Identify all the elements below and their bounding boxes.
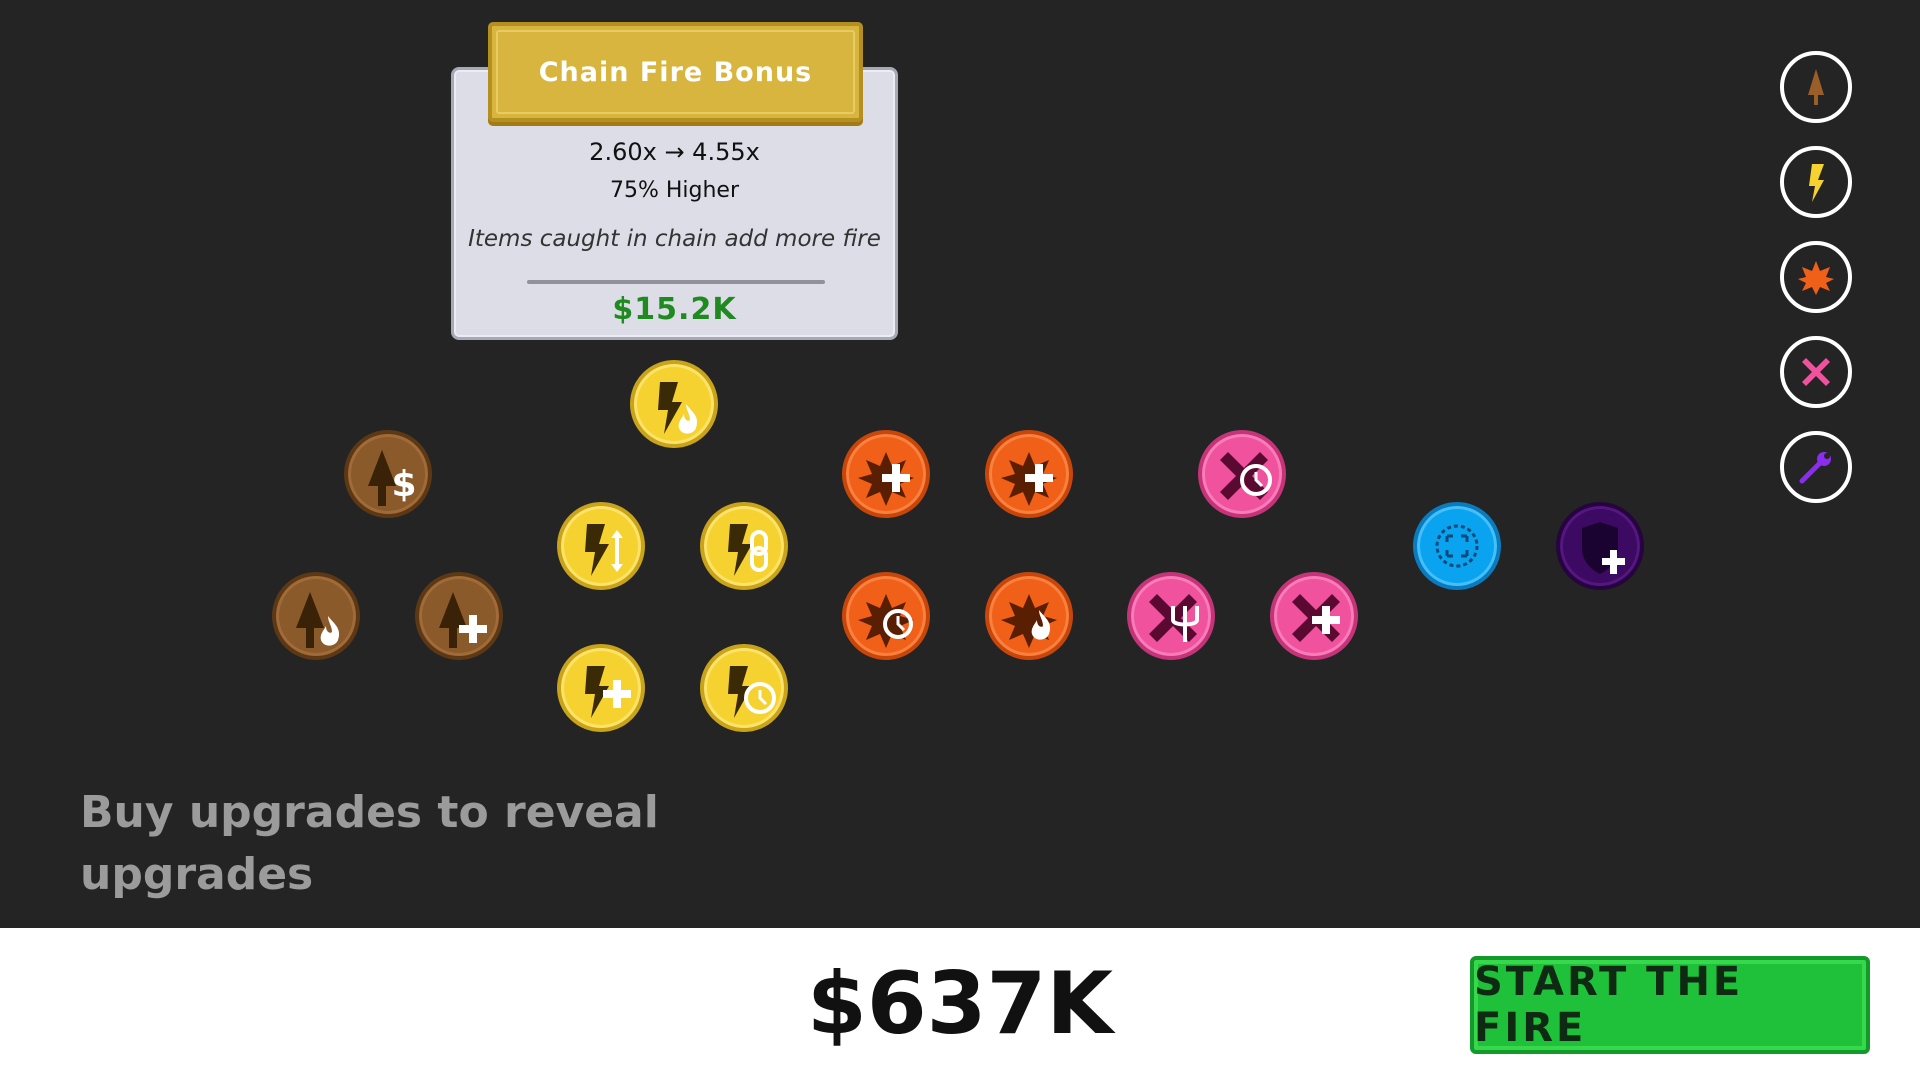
tree-plus-icon: [439, 592, 487, 648]
explosion-icon: [1798, 261, 1834, 295]
upgrade-tooltip: 2.60x → 4.55x 75% Higher Items caught in…: [451, 22, 898, 340]
upgrade-wood-plus[interactable]: [415, 572, 503, 660]
upgrade-explosion-plus[interactable]: [842, 430, 930, 518]
expand-icon: [1435, 524, 1479, 568]
reveal-hint-text: Buy upgrades to reveal upgrades: [80, 787, 659, 900]
lightning-range-icon: [585, 524, 623, 576]
lightning-fire-icon: [658, 382, 698, 434]
upgrade-shield-plus[interactable]: [1556, 502, 1644, 590]
category-explosion-button[interactable]: [1780, 241, 1852, 313]
lightning-plus-icon: [585, 666, 631, 718]
cross-trident-icon: [1149, 594, 1199, 642]
svg-text:$: $: [391, 464, 416, 505]
category-tools-button[interactable]: [1780, 431, 1852, 503]
shield-plus-icon: [1582, 522, 1625, 574]
upgrade-explosion-cooldown[interactable]: [842, 572, 930, 660]
start-fire-button[interactable]: START THE FIRE: [1470, 956, 1870, 1054]
upgrade-explosion-fire[interactable]: [985, 572, 1073, 660]
explosion-plus-icon: [858, 452, 914, 506]
upgrade-cross-cooldown[interactable]: [1198, 430, 1286, 518]
category-cross-button[interactable]: [1780, 336, 1852, 408]
explosion-clock-icon: [858, 594, 914, 648]
tree-fire-icon: [296, 592, 340, 648]
tooltip-title: Chain Fire Bonus: [538, 56, 813, 88]
tooltip-price: $15.2K: [612, 292, 737, 327]
tooltip-description: Items caught in chain add more fire: [468, 226, 881, 252]
start-fire-label: START THE FIRE: [1474, 959, 1744, 1051]
upgrade-cross-plus[interactable]: [1270, 572, 1358, 660]
category-wood-button[interactable]: [1780, 51, 1852, 123]
upgrade-tree-area: 2.60x → 4.55x 75% Higher Items caught in…: [0, 0, 1920, 928]
wrench-icon: [1799, 452, 1831, 484]
cross-icon: [1802, 358, 1830, 386]
tree-icon: [1808, 69, 1824, 105]
upgrade-lightning-range[interactable]: [557, 502, 645, 590]
cross-plus-icon: [1292, 594, 1340, 642]
category-lightning-button[interactable]: [1780, 146, 1852, 218]
upgrade-lightning-fire[interactable]: [630, 360, 718, 448]
bottom-bar: $637K START THE FIRE: [0, 928, 1920, 1080]
tooltip-divider: [527, 280, 825, 284]
lightning-icon: [1809, 164, 1824, 202]
tooltip-values: 2.60x → 4.55x: [589, 138, 760, 166]
upgrade-wood-money[interactable]: $: [344, 430, 432, 518]
upgrade-wood-fire[interactable]: [272, 572, 360, 660]
lightning-clock-icon: [728, 666, 776, 718]
tooltip-percent: 75% Higher: [609, 178, 740, 203]
upgrade-lightning-plus[interactable]: [557, 644, 645, 732]
upgrade-area-expand[interactable]: [1413, 502, 1501, 590]
upgrade-lightning-chain[interactable]: [700, 502, 788, 590]
upgrade-lightning-cooldown[interactable]: [700, 644, 788, 732]
tooltip-header: Chain Fire Bonus: [488, 22, 863, 122]
explosion-plus-icon: [1001, 452, 1057, 506]
cross-clock-icon: [1220, 452, 1272, 500]
upgrade-cross-split[interactable]: [1127, 572, 1215, 660]
explosion-fire-icon: [1001, 594, 1057, 648]
tree-money-icon: $: [368, 450, 417, 506]
upgrade-explosion-plus-2[interactable]: [985, 430, 1073, 518]
lightning-chain-icon: [728, 524, 768, 576]
